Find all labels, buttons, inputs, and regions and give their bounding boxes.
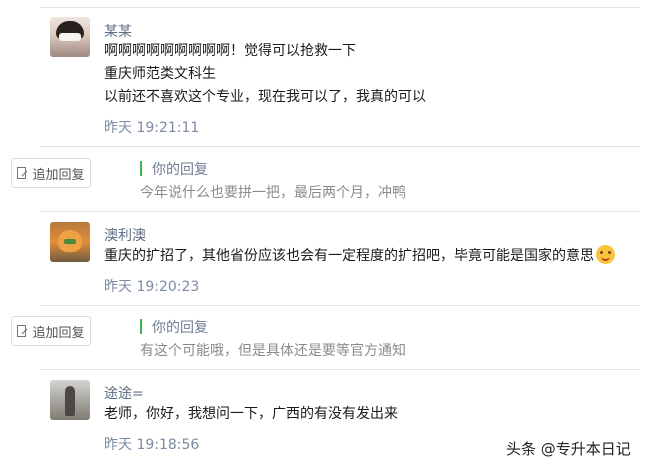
comment-line: 啊啊啊啊啊啊啊啊啊！觉得可以抢救一下	[104, 43, 356, 59]
avatar[interactable]	[50, 222, 90, 262]
add-reply-label: 追加回复	[32, 325, 85, 341]
reply-accent-line	[140, 319, 142, 334]
avatar[interactable]	[50, 380, 90, 420]
avatar[interactable]	[50, 17, 90, 57]
divider	[40, 369, 640, 370]
comment-time: 昨天 19:18:56	[104, 437, 200, 453]
comment-line: 重庆的扩招了，其他省份应该也会有一定程度的扩招吧，毕竟可能是国家的意思	[104, 245, 615, 267]
comment-time: 昨天 19:21:11	[104, 120, 200, 136]
edit-note-icon	[17, 324, 28, 337]
comment-line: 以前还不喜欢这个专业，现在我可以了，我真的可以	[104, 89, 426, 105]
divider	[40, 211, 640, 212]
reply-accent-line	[140, 161, 142, 176]
comment-line: 重庆师范类文科生	[104, 66, 216, 82]
reply-label: 你的回复	[152, 320, 208, 336]
reply-text: 今年说什么也要拼一把，最后两个月，冲鸭	[140, 185, 406, 201]
comment-username[interactable]: 某某	[104, 21, 132, 41]
top-divider	[40, 7, 640, 8]
divider	[40, 305, 640, 306]
comment-username[interactable]: 澳利澳	[104, 225, 146, 245]
grinning-emoji-icon	[596, 245, 615, 264]
add-reply-button[interactable]: 追加回复	[11, 158, 91, 188]
divider	[40, 146, 640, 147]
add-reply-label: 追加回复	[32, 167, 85, 183]
edit-note-icon	[17, 166, 28, 179]
comment-username[interactable]: 途途=	[104, 383, 144, 403]
add-reply-button[interactable]: 追加回复	[11, 316, 91, 346]
reply-text: 有这个可能哦，但是具体还是要等官方通知	[140, 343, 406, 359]
comment-line: 老师，你好，我想问一下，广西的有没有发出来	[104, 406, 398, 422]
reply-label: 你的回复	[152, 162, 208, 178]
comment-time: 昨天 19:20:23	[104, 279, 200, 295]
watermark: 头条 @专升本日记	[506, 440, 631, 458]
comment-line-text: 重庆的扩招了，其他省份应该也会有一定程度的扩招吧，毕竟可能是国家的意思	[104, 248, 594, 264]
